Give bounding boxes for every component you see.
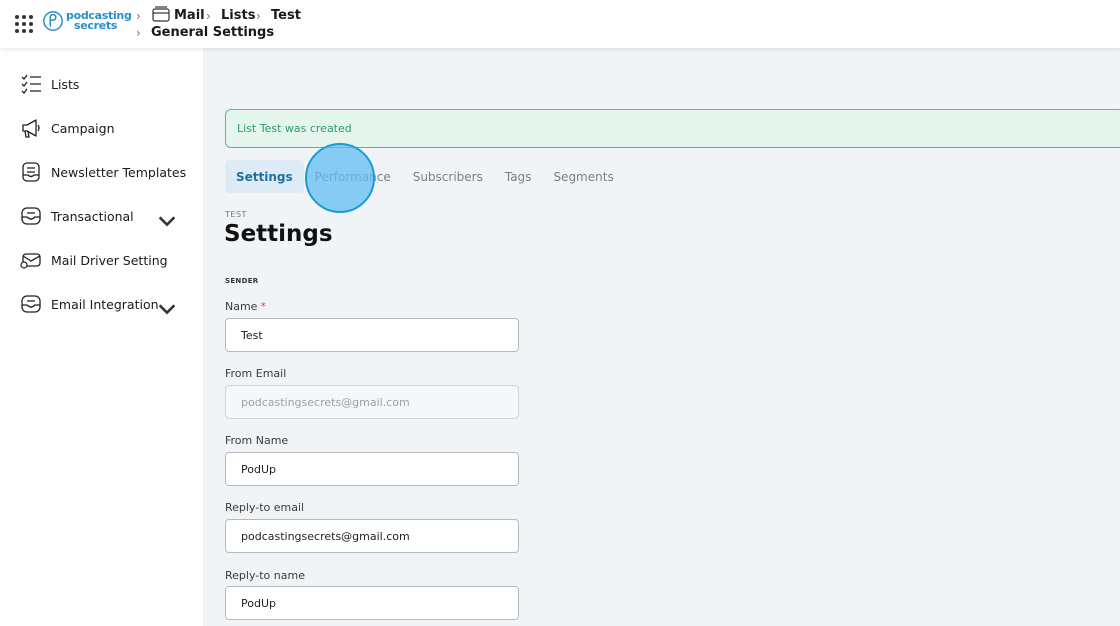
from-name-field[interactable]: PodUp	[225, 452, 519, 486]
apps-grid-icon[interactable]	[15, 15, 33, 33]
reply-to-email-label: Reply-to email	[225, 501, 305, 514]
breadcrumb-lists[interactable]: Lists	[221, 8, 255, 23]
top-bar: podcasting secrets › Mail › Lists › Test…	[0, 0, 1120, 48]
sidebar: Lists Campaign Newsletter Templates Tran…	[0, 48, 203, 626]
section-label-sender: SENDER	[225, 277, 259, 285]
reply-to-name-field[interactable]: PodUp	[225, 586, 519, 620]
sidebar-item-label: Newsletter Templates	[51, 164, 187, 180]
chevron-down-icon[interactable]	[156, 210, 178, 232]
sidebar-item-label: Transactional	[51, 208, 134, 224]
tab-performance[interactable]: Performance	[304, 160, 402, 193]
tab-tags[interactable]: Tags	[494, 160, 543, 193]
chevron-down-icon[interactable]	[156, 298, 178, 320]
tab-subscribers[interactable]: Subscribers	[402, 160, 494, 193]
required-marker: *	[260, 300, 266, 313]
sidebar-item-campaign[interactable]: Campaign	[20, 116, 190, 140]
inbox-icon	[21, 295, 41, 313]
newsletter-icon	[22, 162, 40, 182]
name-label-text: Name	[225, 300, 258, 313]
brand-logo[interactable]: podcasting secrets	[42, 9, 132, 33]
sidebar-item-transactional[interactable]: Transactional	[20, 204, 190, 228]
sidebar-item-lists[interactable]: Lists	[20, 72, 190, 96]
sidebar-item-label: Campaign	[51, 120, 115, 136]
logo-text-line2: secrets	[74, 19, 118, 32]
mail-driver-icon	[20, 253, 41, 269]
inbox-icon	[21, 207, 41, 225]
reply-to-name-label: Reply-to name	[225, 569, 305, 582]
sidebar-item-label: Email Integration	[51, 296, 159, 312]
list-name-overline: TEST	[225, 210, 247, 219]
breadcrumb-separator-icon: ›	[206, 9, 211, 23]
name-field[interactable]: Test	[225, 318, 519, 352]
breadcrumb-separator-icon: ›	[136, 26, 141, 40]
reply-to-email-field[interactable]: podcastingsecrets@gmail.com	[225, 519, 519, 553]
mail-app-icon	[152, 6, 170, 22]
from-email-label: From Email	[225, 367, 287, 380]
main-content: List Test was created Settings Performan…	[203, 48, 1120, 626]
podcast-logo-icon	[43, 11, 63, 31]
breadcrumb-mail[interactable]: Mail	[174, 8, 205, 23]
tab-segments[interactable]: Segments	[542, 160, 624, 193]
page-title: Settings	[224, 221, 333, 247]
breadcrumb-separator-icon: ›	[256, 9, 261, 23]
from-email-field: podcastingsecrets@gmail.com	[225, 385, 519, 419]
sidebar-item-label: Mail Driver Setting	[51, 252, 168, 268]
sidebar-item-label: Lists	[51, 76, 80, 92]
tab-settings[interactable]: Settings	[225, 160, 304, 193]
sidebar-item-email-integration[interactable]: Email Integration	[20, 292, 190, 316]
sidebar-item-mail-driver-setting[interactable]: Mail Driver Setting	[20, 248, 190, 272]
tab-bar: Settings Performance Subscribers Tags Se…	[225, 160, 625, 193]
breadcrumb-separator-icon: ›	[136, 9, 141, 23]
success-alert: List Test was created	[225, 109, 1120, 148]
from-name-label: From Name	[225, 434, 289, 447]
name-label: Name *	[225, 300, 266, 313]
checklist-icon	[21, 74, 41, 94]
breadcrumb-test[interactable]: Test	[271, 8, 301, 23]
breadcrumb-general-settings: General Settings	[151, 25, 275, 40]
sidebar-item-newsletter-templates[interactable]: Newsletter Templates	[20, 160, 190, 184]
megaphone-icon	[22, 119, 40, 138]
